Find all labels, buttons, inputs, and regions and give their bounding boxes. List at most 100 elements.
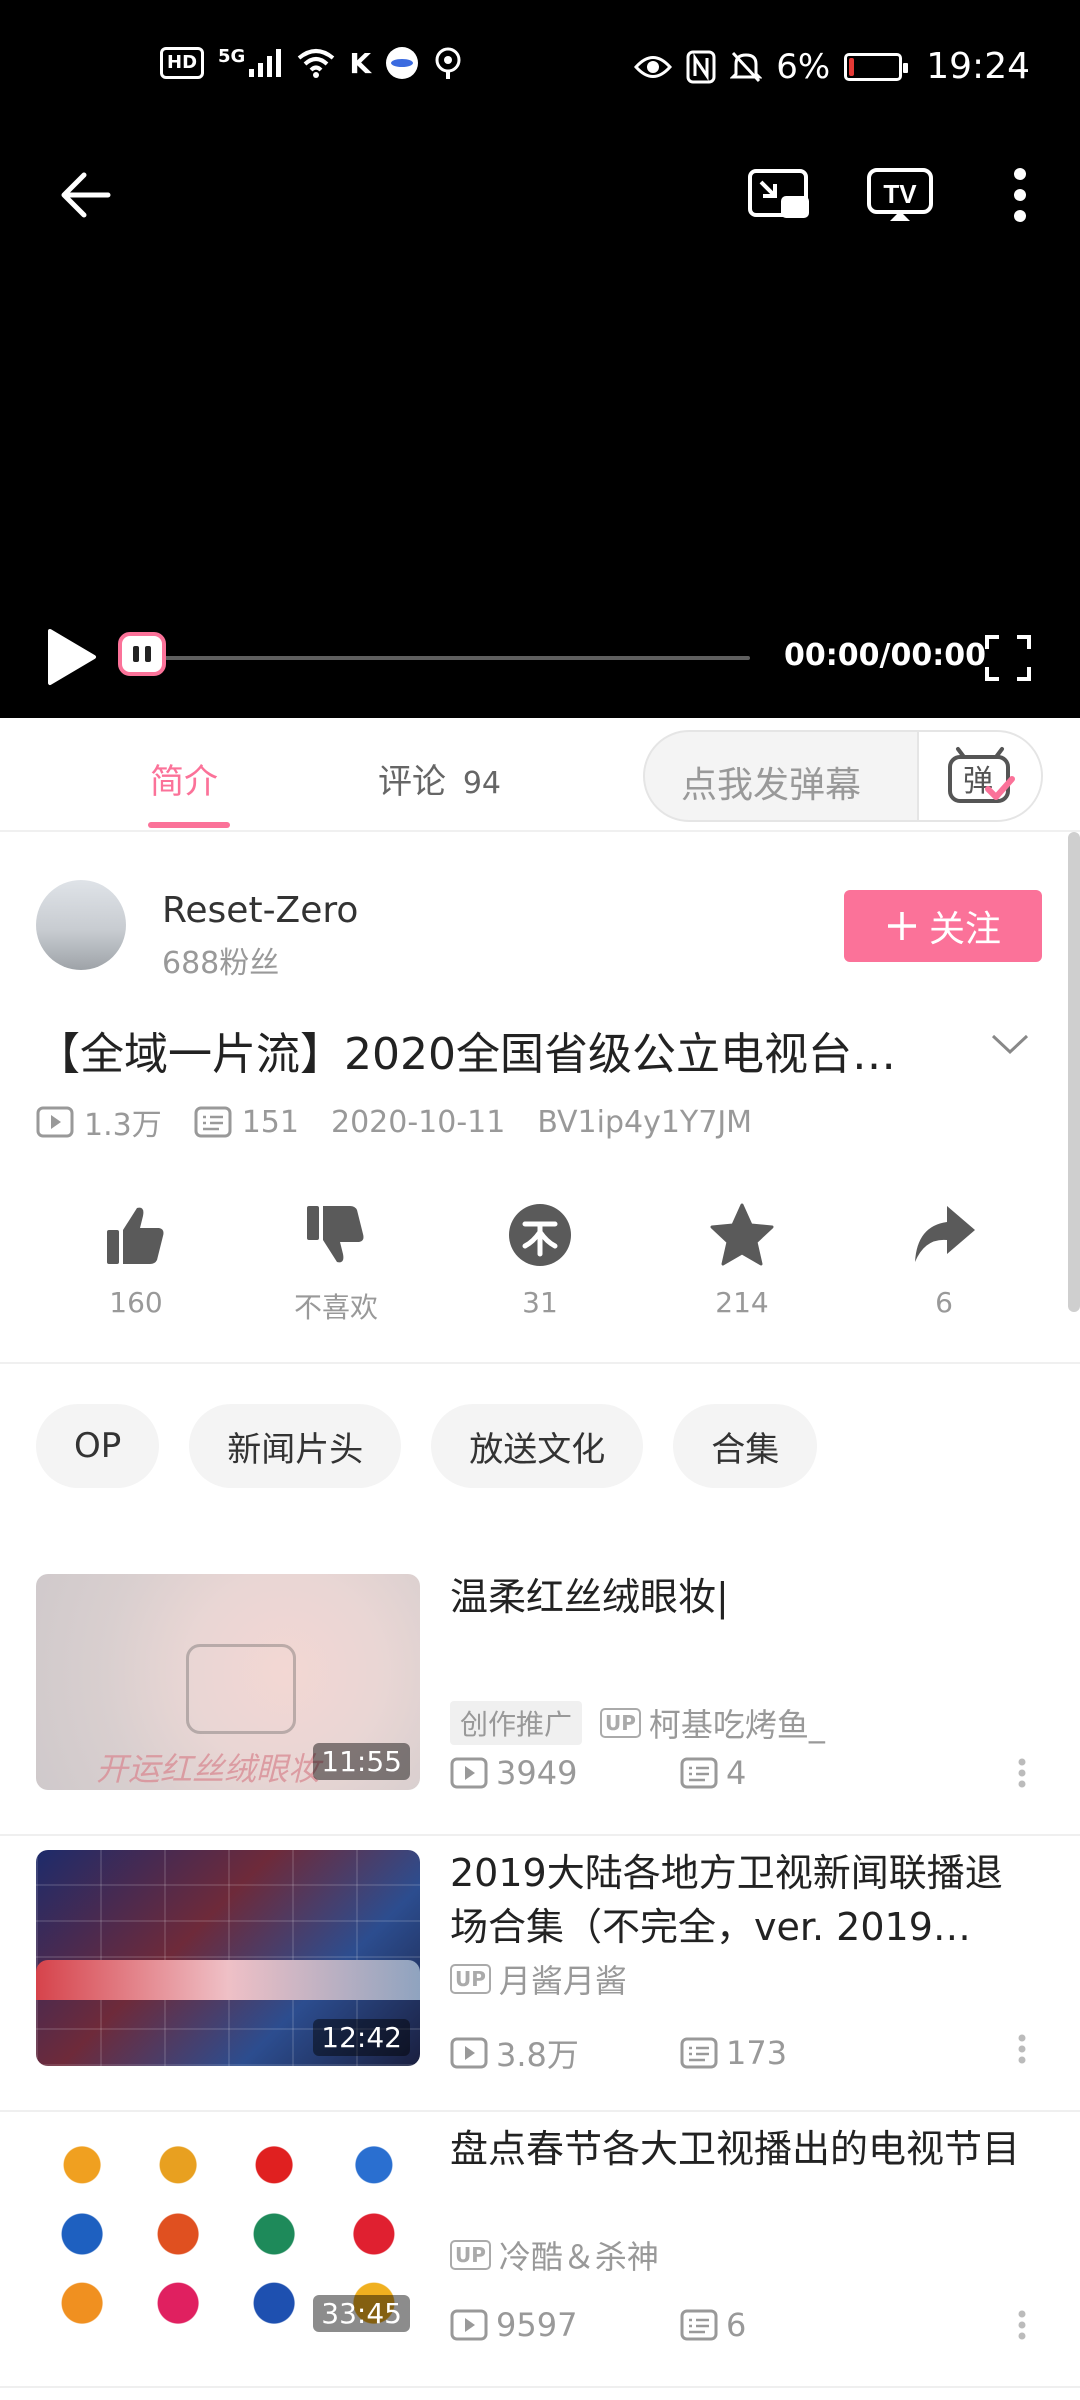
follow-button[interactable]: 关注 <box>844 890 1042 962</box>
like-button[interactable]: 160 <box>36 1202 236 1319</box>
eye-icon <box>634 55 673 78</box>
tab-comments-count: 94 <box>462 766 501 801</box>
more-vertical-icon[interactable] <box>990 160 1050 230</box>
avatar[interactable] <box>36 880 126 970</box>
tag-chip[interactable]: 合集 <box>673 1404 818 1488</box>
player-bottom-controls: 00:00/00:00 <box>0 610 1080 710</box>
related-video-title[interactable]: 盘点春节各大卫视播出的电视节目 <box>450 2122 1040 2176</box>
related-video-stats: 9597 6 <box>450 2306 910 2344</box>
tag-chip[interactable]: 放送文化 <box>431 1404 644 1488</box>
coin-button[interactable]: 31 <box>440 1202 640 1319</box>
related-video-title[interactable]: 温柔红丝绒眼妆| <box>450 1570 1040 1624</box>
up-badge-icon: UP <box>450 2240 491 2270</box>
video-player[interactable]: HD 5G K 6% 19:24 TV 00:00/00:00 <box>0 0 1080 718</box>
bvid: BV1ip4y1Y7JM <box>537 1104 753 1140</box>
play-count-icon <box>36 1106 74 1138</box>
tab-comments[interactable]: 评论 94 <box>378 754 501 803</box>
danmaku-count-icon <box>680 2309 718 2341</box>
signal-icon <box>249 49 282 77</box>
tab-comments-label: 评论 <box>378 762 446 802</box>
video-title[interactable]: 【全域一片流】2020全国省级公立电视台… <box>36 1018 956 1082</box>
favorite-count: 214 <box>715 1286 769 1319</box>
favorite-button[interactable]: 214 <box>642 1202 842 1319</box>
related-video-meta: UP 月酱月酱 <box>450 1956 627 2002</box>
tag-chip[interactable]: OP <box>36 1404 160 1488</box>
status-bar: HD 5G K 6% 19:24 <box>0 0 1080 135</box>
tab-bar: 简介 评论 94 点我发弹幕 弹 <box>0 718 1080 832</box>
more-vertical-icon[interactable] <box>1018 1758 1026 1792</box>
related-views: 3.8万 <box>496 2036 579 2074</box>
more-vertical-icon[interactable] <box>1018 2310 1026 2344</box>
divider <box>0 1362 1080 1364</box>
related-video-stats: 3949 4 <box>450 1754 910 1792</box>
fullscreen-icon[interactable] <box>980 630 1036 686</box>
progress-thumb-icon[interactable] <box>118 632 166 676</box>
share-button[interactable]: 6 <box>844 1202 1044 1319</box>
danmaku-toggle-icon[interactable]: 弹 <box>917 732 1041 820</box>
clock: 19:24 <box>926 46 1030 87</box>
svg-text:TV: TV <box>883 179 917 209</box>
intro-content: Reset-Zero 688粉丝 关注 【全域一片流】2020全国省级公立电视台… <box>0 832 1080 2400</box>
video-thumbnail[interactable]: 33:45 <box>36 2126 420 2342</box>
mute-icon <box>730 51 763 82</box>
up-badge-icon: UP <box>600 1708 641 1738</box>
k-app-icon: K <box>349 46 372 80</box>
share-count: 6 <box>935 1286 953 1319</box>
hd-badge: HD <box>160 47 205 79</box>
wifi-icon <box>298 49 335 78</box>
related-uploader: 柯基吃烤鱼_ <box>648 1706 825 1744</box>
related-danmaku: 4 <box>726 1754 747 1792</box>
uploader-row[interactable]: Reset-Zero 688粉丝 关注 <box>36 880 1046 981</box>
tab-intro[interactable]: 简介 <box>150 754 218 803</box>
star-icon <box>710 1203 774 1266</box>
play-count-icon <box>450 2309 488 2341</box>
browser-icon <box>386 47 419 79</box>
play-count-icon <box>450 1757 488 1789</box>
battery-icon <box>844 52 909 81</box>
tab-indicator <box>148 822 230 828</box>
chevron-down-icon[interactable] <box>990 1032 1030 1056</box>
battery-percent: 6% <box>776 46 831 87</box>
related-views: 9597 <box>496 2306 578 2344</box>
like-count: 160 <box>109 1286 163 1319</box>
promo-badge: 创作推广 <box>450 1701 583 1745</box>
thumbs-down-icon <box>307 1206 364 1263</box>
network-type: 5G <box>218 45 246 67</box>
status-left: HD 5G K <box>160 46 467 80</box>
up-badge-icon: UP <box>450 1964 491 1994</box>
video-thumbnail[interactable]: 开运红丝绒眼妆 11:55 <box>36 1574 420 1790</box>
view-count: 1.3万 <box>36 1100 162 1144</box>
tv-cast-icon[interactable]: TV <box>864 160 936 230</box>
back-arrow-icon[interactable] <box>50 160 120 230</box>
thumbs-up-icon <box>107 1207 164 1264</box>
related-danmaku: 6 <box>726 2306 747 2344</box>
related-video-stats: 3.8万 173 <box>450 2030 910 2076</box>
related-video-card[interactable]: 33:45 盘点春节各大卫视播出的电视节目 UP 冷酷＆杀神 9597 6 <box>0 2112 1080 2388</box>
related-video-title[interactable]: 2019大陆各地方卫视新闻联播退场合集（不完全，ver. 2019… <box>450 1846 1040 1954</box>
player-top-controls: TV <box>0 160 1080 240</box>
danmaku-count-icon <box>194 1106 232 1138</box>
uploader-name[interactable]: Reset-Zero <box>162 890 358 931</box>
mini-window-icon[interactable] <box>744 160 814 230</box>
share-icon <box>915 1206 975 1262</box>
related-uploader: 冷酷＆杀神 <box>498 2238 659 2276</box>
related-views: 3949 <box>496 1754 578 1792</box>
plus-icon <box>887 912 916 940</box>
dislike-label: 不喜欢 <box>293 1291 378 1324</box>
video-thumbnail[interactable]: 12:42 <box>36 1850 420 2066</box>
follow-label: 关注 <box>928 909 1001 950</box>
tag-chip[interactable]: 新闻片头 <box>189 1404 402 1488</box>
video-stats: 1.3万 151 2020-10-11 BV1ip4y1Y7JM <box>36 1100 784 1144</box>
thumbnail-caption: 开运红丝绒眼妆 <box>96 1750 321 1788</box>
video-thumbnail[interactable] <box>36 1960 420 2000</box>
dislike-button[interactable]: 不喜欢 <box>236 1202 436 1326</box>
related-video-card[interactable]: 开运红丝绒眼妆 11:55 温柔红丝绒眼妆| 创作推广 UP 柯基吃烤鱼_ 39… <box>0 1560 1080 1836</box>
video-duration: 33:45 <box>313 2295 410 2332</box>
play-icon[interactable] <box>38 624 104 690</box>
more-vertical-icon[interactable] <box>1018 2034 1026 2068</box>
nfc-icon <box>686 50 716 83</box>
danmaku-count-value: 151 <box>241 1104 299 1140</box>
uploader-fans: 688粉丝 <box>162 946 280 981</box>
danmaku-input[interactable]: 点我发弹幕 弹 <box>643 730 1043 822</box>
progress-track[interactable] <box>150 656 750 660</box>
